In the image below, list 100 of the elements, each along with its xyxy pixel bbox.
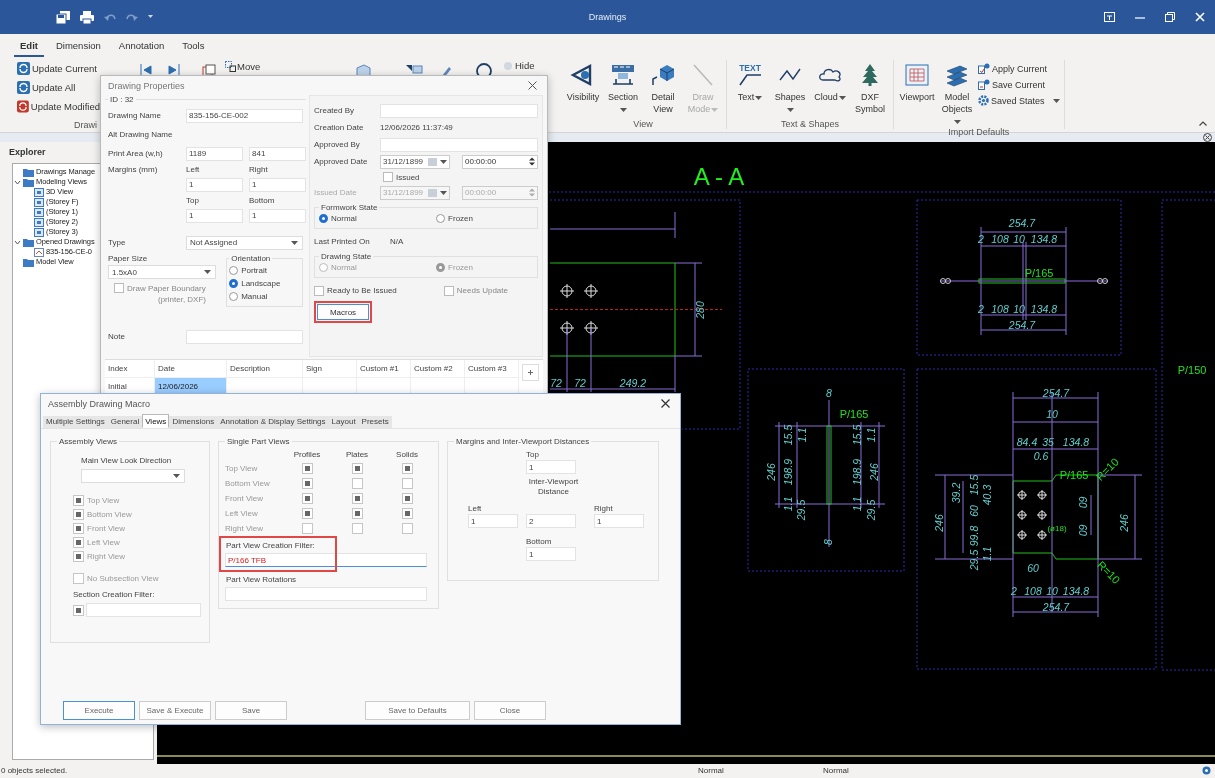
text-field[interactable]: 841 [249,146,306,161]
checkbox[interactable] [401,508,413,519]
undo-icon[interactable] [104,12,116,22]
text-field[interactable]: 1 [526,547,576,561]
ribbon-display-icon[interactable] [1104,12,1115,22]
checkbox[interactable] [73,509,84,520]
checkbox[interactable] [351,523,363,534]
date-field[interactable]: 31/12/1899 [380,154,450,169]
checkbox[interactable] [383,172,393,182]
text-field[interactable]: 1 [249,177,306,192]
gear-icon[interactable] [1202,766,1211,775]
radio-button[interactable] [229,279,239,288]
tab[interactable]: Presets [358,416,392,428]
checkbox[interactable] [301,493,313,504]
checkbox[interactable] [351,493,363,504]
tab[interactable]: Dimensions [169,416,218,428]
collapse-ribbon-icon[interactable] [1199,121,1207,126]
ribbon-button[interactable]: Detail View [644,60,682,115]
checkbox[interactable] [401,478,413,489]
hide-button[interactable]: Hide [503,60,535,71]
print-icon[interactable] [80,10,94,24]
checkbox[interactable] [73,523,84,534]
dialog-button[interactable]: Save to Defaults [365,701,470,720]
macros-button[interactable]: Macros [317,304,369,320]
text-field[interactable]: 1 [594,514,644,528]
checkbox[interactable] [314,285,324,296]
text-field[interactable] [186,329,303,344]
text-field[interactable]: 1 [468,514,518,528]
tab[interactable]: Annotation & Display Settings [217,416,329,428]
tab[interactable]: Layout [328,416,359,428]
dialog-button[interactable]: Close [474,701,546,720]
ribbon-button[interactable]: TEXT Text [731,60,769,103]
time-field[interactable]: 00:00:00 [462,154,538,169]
text-field[interactable]: 1189 [186,146,243,161]
checkbox[interactable] [73,573,84,584]
checkbox[interactable] [301,523,313,534]
tab[interactable]: General [107,416,143,428]
ribbon-tab[interactable]: Tools [176,34,211,57]
ribbon-button[interactable]: Apply Current [978,63,1060,74]
text-field[interactable]: 2 [526,514,576,528]
text-field[interactable]: 1 [186,208,243,223]
checkbox[interactable] [73,551,84,562]
tab[interactable]: Multiple Settings [43,416,108,428]
ribbon-tab[interactable]: Annotation [112,34,171,57]
checkbox[interactable] [351,463,363,474]
close-document-icon[interactable] [1203,133,1212,142]
checkbox[interactable] [351,508,363,519]
ribbon-tab[interactable]: Dimension [49,34,107,57]
checkbox[interactable] [73,604,84,616]
close-icon[interactable] [661,399,670,408]
checkbox[interactable] [401,523,413,534]
update-button[interactable]: Update Current [17,62,100,75]
text-field[interactable]: 1 [249,208,306,223]
ribbon-button[interactable]: DXF Symbol [851,60,889,115]
update-button[interactable]: Update Modified [17,100,100,113]
ribbon-button[interactable]: Viewport [898,60,936,103]
checkbox[interactable] [301,508,313,519]
redo-icon[interactable] [126,12,138,22]
radio-button[interactable] [319,214,328,223]
dialog-button[interactable]: Save & Execute [139,701,211,720]
move-button[interactable]: Move [225,61,261,72]
ribbon-button[interactable]: Save Current [978,79,1060,90]
pointer-icon[interactable] [405,64,423,76]
checkbox[interactable] [401,463,413,474]
checkbox[interactable] [301,478,313,489]
text-field[interactable]: 1 [186,177,243,192]
checkbox[interactable] [301,463,313,474]
text-field[interactable] [380,137,538,152]
dialog-button[interactable]: Execute [63,701,135,720]
text-field[interactable]: P/166 TFB [225,553,427,567]
dropdown[interactable]: 1.5xA0 [108,265,216,279]
radio-button[interactable] [229,292,239,301]
text-field[interactable]: 835-156-CE-002 [186,108,303,123]
ribbon-button[interactable]: Cloud [811,60,849,103]
checkbox[interactable] [73,537,84,548]
ribbon-button[interactable]: Saved States [978,95,1060,106]
ribbon-button[interactable]: Model Objects [938,60,976,127]
text-field[interactable] [225,587,427,601]
ribbon-tab[interactable]: Edit [14,34,44,57]
ribbon-button[interactable]: Visibility [564,60,602,103]
dialog-button[interactable]: Save [215,701,287,720]
text-field[interactable] [380,103,538,118]
close-icon[interactable] [528,81,537,90]
checkbox[interactable] [73,495,84,506]
ribbon-button[interactable]: Section [604,60,642,115]
restore-icon[interactable] [1165,12,1175,22]
save-all-icon[interactable] [56,10,70,24]
add-row-button[interactable] [522,364,539,381]
text-field[interactable]: 1 [526,460,576,474]
checkbox[interactable] [351,478,363,489]
dropdown[interactable]: Not Assigned [186,235,303,250]
copy-icon[interactable] [202,64,216,78]
radio-button[interactable] [229,266,239,275]
text-field[interactable] [86,603,201,617]
tab[interactable]: Views [142,414,170,428]
ribbon-button[interactable]: Shapes [771,60,809,115]
update-button[interactable]: Update All [17,81,100,94]
next-icon[interactable] [168,64,180,76]
checkbox[interactable] [401,493,413,504]
radio-button[interactable] [436,214,446,223]
